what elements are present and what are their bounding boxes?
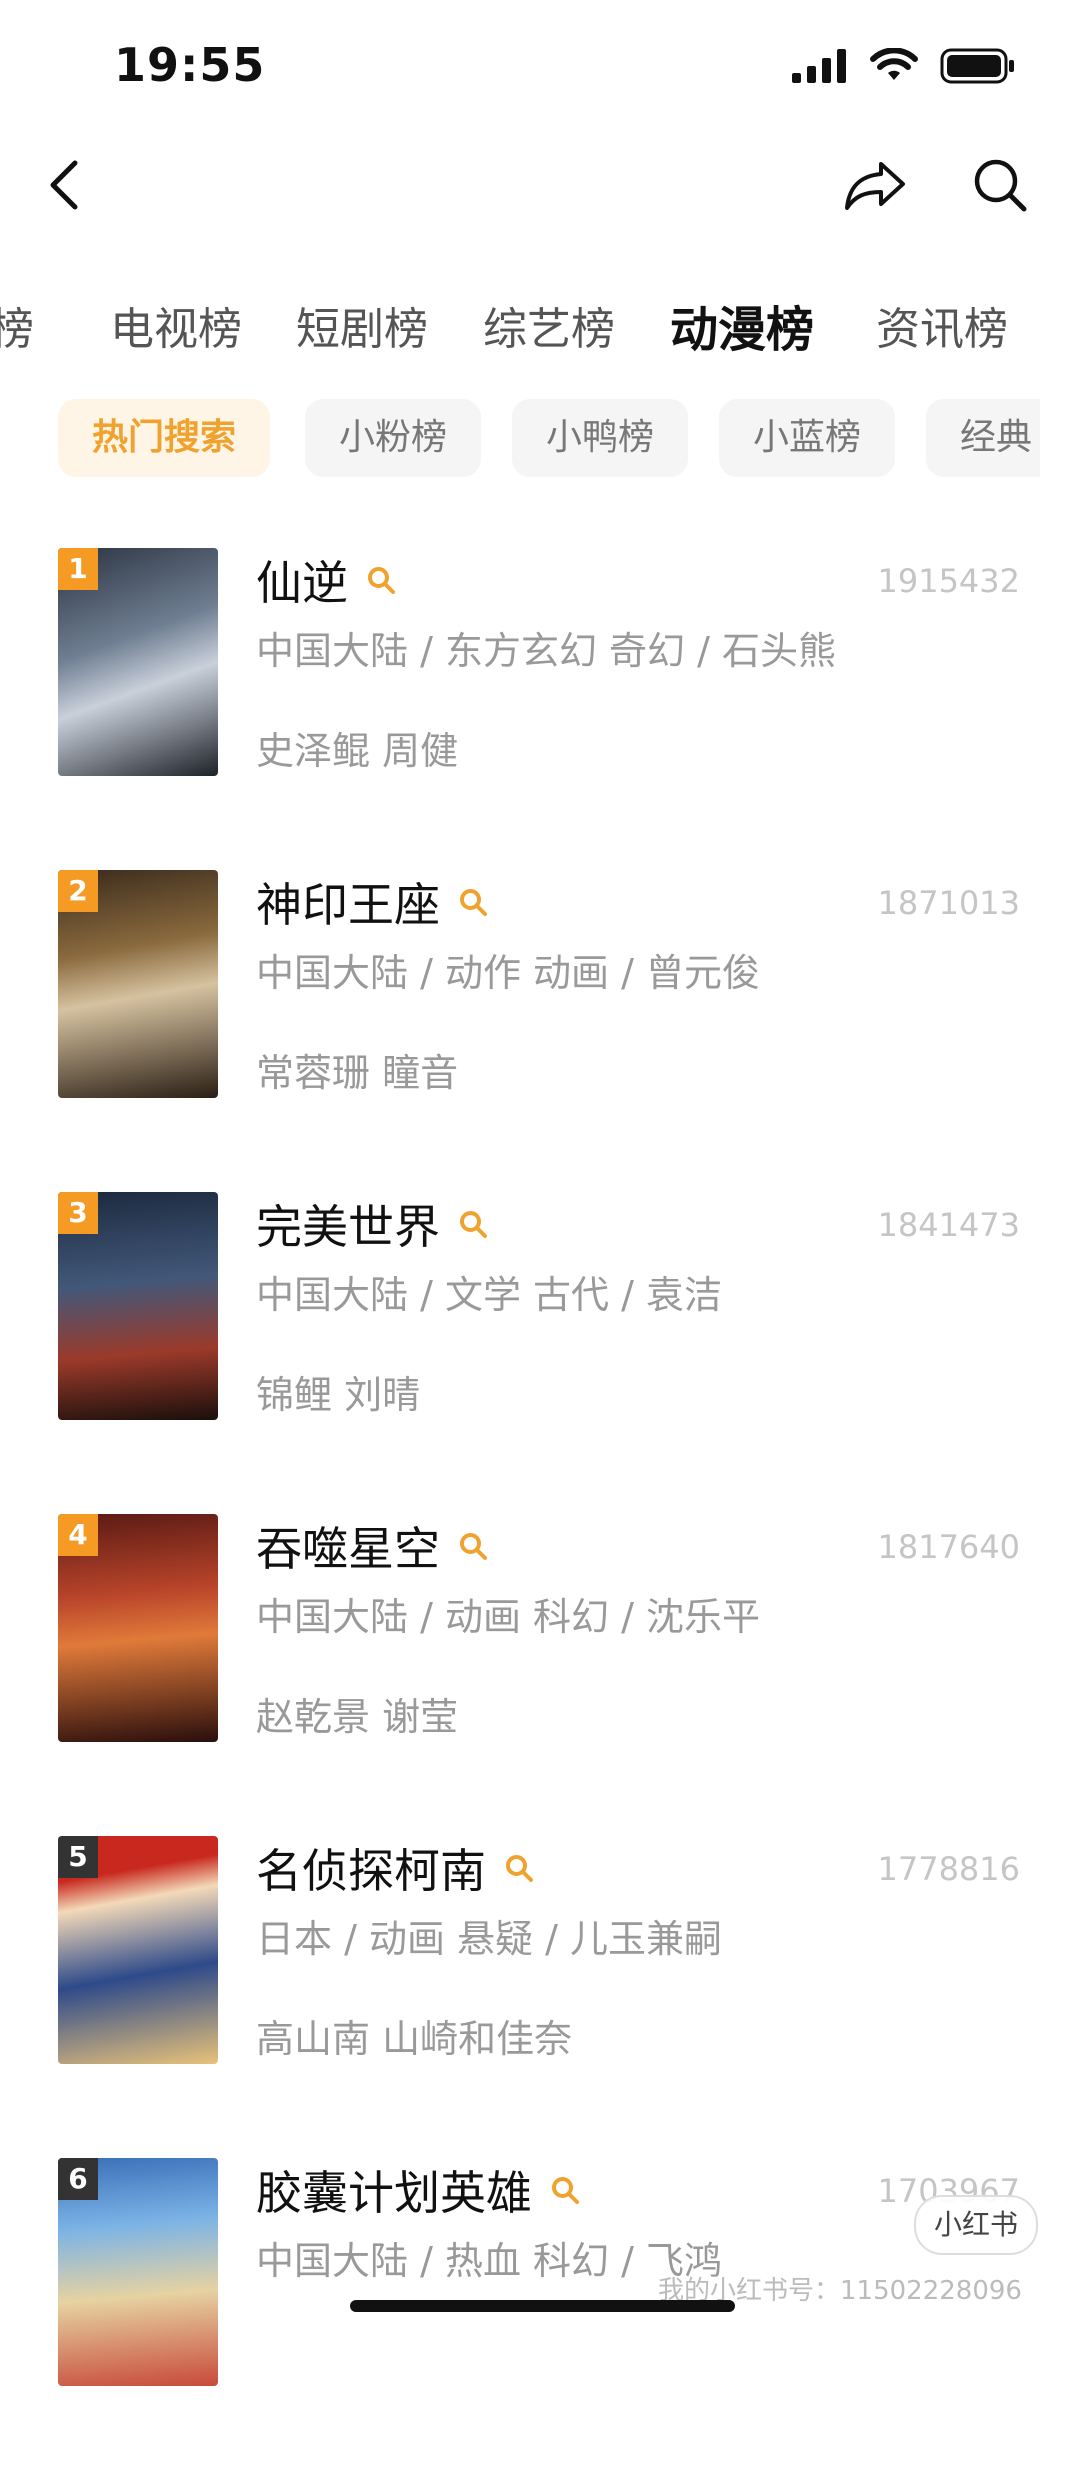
item-meta: 中国大陆 / 东方玄幻 奇幻 / 石头熊 xyxy=(256,629,837,673)
item-cast: 锦鲤 刘晴 xyxy=(256,1373,421,1417)
battery-icon xyxy=(940,48,1014,84)
wifi-icon xyxy=(870,48,918,80)
search-count: 1915432 xyxy=(877,562,1020,600)
xiaohongshu-badge: 小红书 xyxy=(914,2195,1038,2255)
search-button[interactable] xyxy=(955,140,1045,230)
tab-short-drama[interactable]: 短剧榜 xyxy=(296,280,428,380)
item-meta: 中国大陆 / 动作 动画 / 曾元俊 xyxy=(256,951,761,995)
search-icon xyxy=(460,1533,487,1560)
rank-badge: 6 xyxy=(58,2158,98,2200)
rank-badge: 4 xyxy=(58,1514,98,1556)
chip-pink[interactable]: 小粉榜 xyxy=(305,399,482,477)
share-button[interactable] xyxy=(830,140,920,230)
search-icon xyxy=(506,1855,533,1882)
chip-hot-search[interactable]: 热门搜索 xyxy=(58,399,271,477)
search-count: 1871013 xyxy=(877,884,1020,922)
search-icon xyxy=(552,2177,579,2204)
tab-news[interactable]: 资讯榜 xyxy=(876,280,1008,380)
list-item[interactable]: 5 名侦探柯南 1778816 日本 / 动画 悬疑 / 儿玉兼嗣 高山南 山崎… xyxy=(0,1836,1080,2158)
item-title: 胶囊计划英雄 xyxy=(256,2166,532,2220)
tab-tv[interactable]: 电视榜 xyxy=(110,280,242,380)
item-title: 仙逆 xyxy=(256,556,348,610)
search-icon xyxy=(974,159,1027,212)
item-cast: 常蓉珊 瞳音 xyxy=(256,1051,459,1095)
poster-image: 3 xyxy=(58,1192,218,1420)
category-tabs: 榜 电视榜 短剧榜 综艺榜 动漫榜 资讯榜 xyxy=(0,280,1080,380)
search-icon xyxy=(460,1211,487,1238)
item-title: 神印王座 xyxy=(256,878,440,932)
search-icon xyxy=(368,567,395,594)
rank-badge: 1 xyxy=(58,548,98,590)
chip-duck[interactable]: 小鸭榜 xyxy=(512,399,689,477)
cellular-signal-icon xyxy=(792,49,846,83)
status-bar: 19:55 xyxy=(0,0,1080,140)
nav-bar xyxy=(0,140,1080,260)
search-icon xyxy=(460,889,487,916)
chip-blue[interactable]: 小蓝榜 xyxy=(719,399,896,477)
poster-image: 5 xyxy=(58,1836,218,2064)
poster-image: 1 xyxy=(58,548,218,776)
list-item[interactable]: 1 仙逆 1915432 中国大陆 / 东方玄幻 奇幻 / 石头熊 史泽鲲 周健 xyxy=(0,548,1080,870)
list-item[interactable]: 3 完美世界 1841473 中国大陆 / 文学 古代 / 袁洁 锦鲤 刘晴 xyxy=(0,1192,1080,1514)
sub-category-chips: 热门搜索 小粉榜 小鸭榜 小蓝榜 经典 xyxy=(0,395,1040,479)
item-title: 名侦探柯南 xyxy=(256,1844,486,1898)
poster-image: 2 xyxy=(58,870,218,1098)
item-cast: 高山南 山崎和佳奈 xyxy=(256,2017,573,2061)
item-title: 完美世界 xyxy=(256,1200,440,1254)
home-indicator[interactable] xyxy=(350,2300,735,2312)
item-cast: 史泽鲲 周健 xyxy=(256,729,459,773)
chevron-left-icon xyxy=(50,160,78,210)
item-meta: 中国大陆 / 动画 科幻 / 沈乐平 xyxy=(256,1595,761,1639)
status-icons xyxy=(792,48,1016,84)
search-count: 1817640 xyxy=(877,1528,1020,1566)
item-title: 吞噬星空 xyxy=(256,1522,440,1576)
item-meta: 日本 / 动画 悬疑 / 儿玉兼嗣 xyxy=(256,1917,723,1961)
tab-anime[interactable]: 动漫榜 xyxy=(670,280,814,380)
item-meta: 中国大陆 / 热血 科幻 / 飞鸿 xyxy=(256,2239,723,2283)
list-item[interactable]: 4 吞噬星空 1817640 中国大陆 / 动画 科幻 / 沈乐平 赵乾景 谢莹 xyxy=(0,1514,1080,1836)
rank-badge: 2 xyxy=(58,870,98,912)
back-button[interactable] xyxy=(20,140,110,230)
poster-image: 6 xyxy=(58,2158,218,2386)
list-item[interactable]: 2 神印王座 1871013 中国大陆 / 动作 动画 / 曾元俊 常蓉珊 瞳音 xyxy=(0,870,1080,1192)
chip-classic[interactable]: 经典 xyxy=(926,399,1040,477)
poster-image: 4 xyxy=(58,1514,218,1742)
search-count: 1841473 xyxy=(877,1206,1020,1244)
status-time: 19:55 xyxy=(114,38,266,92)
rank-badge: 5 xyxy=(58,1836,98,1878)
tab-partial[interactable]: 榜 xyxy=(0,280,34,380)
item-cast: 赵乾景 谢莹 xyxy=(256,1695,459,1739)
tab-variety[interactable]: 综艺榜 xyxy=(483,280,615,380)
share-icon xyxy=(845,162,905,210)
search-count: 1778816 xyxy=(877,1850,1020,1888)
item-meta: 中国大陆 / 文学 古代 / 袁洁 xyxy=(256,1273,723,1317)
rank-badge: 3 xyxy=(58,1192,98,1234)
